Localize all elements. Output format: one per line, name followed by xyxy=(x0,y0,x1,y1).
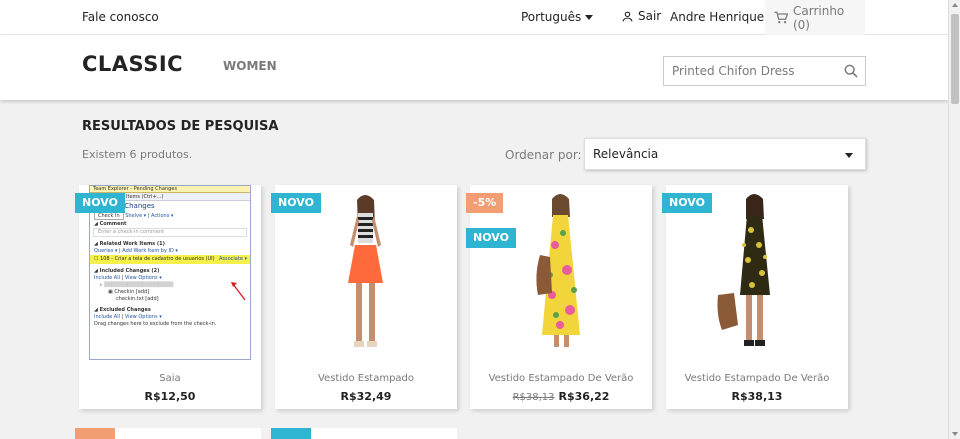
cart-button[interactable]: Carrinho (0) xyxy=(765,0,865,35)
results-count: Existem 6 produtos. xyxy=(82,148,193,161)
signout-link[interactable]: Sair xyxy=(621,9,661,23)
product-price: R$32,49 xyxy=(275,390,457,403)
chevron-down-icon xyxy=(585,15,594,20)
signout-label: Sair xyxy=(638,9,662,23)
cart-label: Carrinho (0) xyxy=(792,3,845,32)
product-price-value: R$12,50 xyxy=(144,390,196,403)
screenshot-associate: Associate ▾ xyxy=(218,256,247,262)
screenshot-view-options-2: View Options ▾ xyxy=(124,314,162,320)
product-name[interactable]: Vestido Estampado xyxy=(275,373,457,384)
chevron-down-icon xyxy=(845,153,853,158)
screenshot-blurred-path: ▸ ▒▒▒▒▒▒▒▒▒▒▒▒▒▒▒▒▒▒ xyxy=(100,282,174,288)
screenshot-included: ◢ Included Changes (2) xyxy=(94,268,160,274)
screenshot-include-all-2: Include All xyxy=(94,314,120,320)
badge-new: NOVO xyxy=(75,193,125,213)
user-icon xyxy=(622,11,633,21)
product-price-value: R$36,22 xyxy=(558,390,610,403)
sort-label: Ordenar por: xyxy=(505,148,582,162)
red-arrow-icon xyxy=(231,282,246,301)
product-card[interactable]: -5% NOVO Vestido Estampado De Verão R$38… xyxy=(466,185,652,409)
screenshot-comment: ◢ Comment xyxy=(94,221,127,227)
scroll-up-icon[interactable] xyxy=(952,3,958,7)
scrollbar-thumb[interactable] xyxy=(951,14,959,104)
badge-discount: -5% xyxy=(466,193,504,213)
top-nav-bar: Fale conosco Português Sair Andre Henriq… xyxy=(0,0,948,35)
page-scrollbar[interactable] xyxy=(948,0,960,439)
product-old-price: R$38,13 xyxy=(512,392,555,403)
badge-new xyxy=(271,428,311,439)
badge-new: NOVO xyxy=(271,193,321,213)
screenshot-include-all: Include All xyxy=(94,275,120,281)
product-name[interactable]: Vestido Estampado De Verão xyxy=(666,373,848,384)
cart-icon xyxy=(774,11,788,24)
sort-value: Relevância xyxy=(593,147,659,161)
search-input[interactable] xyxy=(664,57,834,85)
screenshot-title: Team Explorer - Pending Changes xyxy=(90,186,250,193)
badge-new: NOVO xyxy=(662,193,712,213)
badge-discount xyxy=(75,428,115,439)
product-card[interactable] xyxy=(271,428,457,439)
product-price-value: R$32,49 xyxy=(340,390,392,403)
account-link[interactable]: Andre Henrique xyxy=(670,10,764,24)
product-name[interactable]: Saia xyxy=(79,373,261,384)
screenshot-related: ◢ Related Work Items (1) xyxy=(94,241,165,247)
product-card[interactable] xyxy=(75,428,261,439)
screenshot-queries: Queries ▾ xyxy=(94,248,118,254)
screenshot-actions: Actions ▾ xyxy=(151,213,174,219)
menu-item-women[interactable]: WOMEN xyxy=(223,59,277,73)
screenshot-checkin: Check In xyxy=(94,212,124,220)
product-price: R$12,50 xyxy=(79,390,261,403)
product-price: R$38,13 xyxy=(666,390,848,403)
screenshot-checkin-file: checkin.txt [add] xyxy=(116,296,159,302)
screenshot-checkin-item: ▣ Checkin [add] xyxy=(108,289,150,295)
product-price-value: R$38,13 xyxy=(731,390,783,403)
language-label: Português xyxy=(521,10,582,24)
product-card[interactable]: NOVO Vestido Estampado R$32,49 xyxy=(271,185,457,409)
site-header: CLASSIC WOMEN xyxy=(0,35,948,100)
contact-link[interactable]: Fale conosco xyxy=(82,10,159,24)
search-box xyxy=(663,56,866,86)
product-price: R$38,13 R$36,22 xyxy=(470,390,652,403)
scroll-down-icon[interactable] xyxy=(952,432,958,436)
product-name[interactable]: Vestido Estampado De Verão xyxy=(470,373,652,384)
screenshot-shelve: Shelve ▾ xyxy=(125,213,147,219)
screenshot-drag-hint: Drag changes here to exclude from the ch… xyxy=(94,321,217,327)
screenshot-add-by-id: Add Work Item by ID ▾ xyxy=(122,248,178,254)
language-selector[interactable]: Português xyxy=(521,10,594,24)
search-icon[interactable] xyxy=(843,63,859,79)
site-logo[interactable]: CLASSIC xyxy=(82,52,183,76)
screenshot-excluded: ◢ Excluded Changes xyxy=(94,307,151,313)
screenshot-view-options: View Options ▾ xyxy=(124,275,162,281)
screenshot-comment-box: Enter a check-in comment xyxy=(93,228,247,237)
badge-new: NOVO xyxy=(466,228,516,248)
product-card[interactable]: NOVO Vestido Estampado De Verão R$38,13 xyxy=(662,185,848,409)
page-title: RESULTADOS DE PESQUISA xyxy=(82,119,279,134)
sort-dropdown[interactable]: Relevância xyxy=(584,138,866,170)
product-card[interactable]: Team Explorer - Pending Changes Search W… xyxy=(75,185,261,409)
screenshot-work-item: ☐ 108 - Criar a tela de cadastro de usua… xyxy=(94,256,215,262)
